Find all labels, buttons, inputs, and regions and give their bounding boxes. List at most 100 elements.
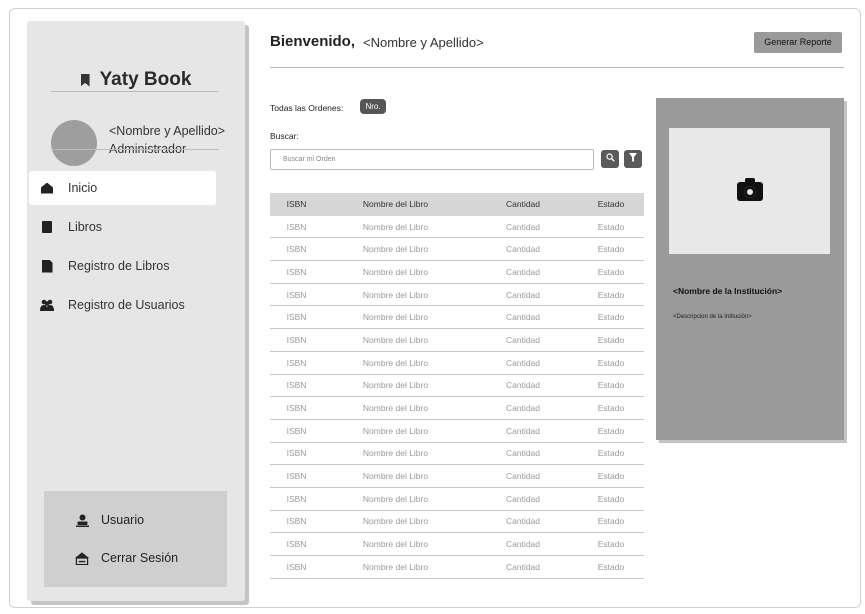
- search-input[interactable]: Buscar mi Orden: [270, 149, 594, 170]
- logout-label: Cerrar Sesión: [101, 551, 179, 565]
- table-row[interactable]: ISBN Nombre del Libro Cantidad Estado: [270, 420, 644, 443]
- header-divider: [270, 67, 844, 68]
- search-button[interactable]: [601, 150, 619, 168]
- user-icon: [75, 513, 89, 527]
- table-cell: Cantidad: [505, 516, 541, 527]
- table-cell: Cantidad: [505, 244, 541, 255]
- user-profile: <Nombre y Apellido> Administrador: [51, 118, 231, 168]
- sidebar-item-label: Registro de Libros: [68, 259, 170, 273]
- sidebar-item-label: Libros: [68, 220, 103, 234]
- table-cell: ISBN: [286, 266, 307, 277]
- table-row[interactable]: ISBN Nombre del Libro Cantidad Estado: [270, 306, 644, 330]
- table-row[interactable]: ISBN Nombre del Libro Cantidad Estado: [270, 238, 644, 262]
- column-header: Nombre del Libro: [362, 199, 429, 210]
- institution-name: <Nombre de la Institución>: [673, 286, 783, 296]
- table-cell: Cantidad: [505, 561, 541, 572]
- sidebar-item-libros[interactable]: Libros: [29, 210, 216, 244]
- table-row[interactable]: ISBN Nombre del Libro Cantidad Estado: [270, 329, 644, 352]
- table-cell: Nombre del Libro: [362, 312, 429, 323]
- users-icon: [40, 298, 54, 312]
- user-label: Usuario: [101, 513, 145, 527]
- sidebar-item-registro-usuarios[interactable]: Registro de Usuarios: [29, 288, 216, 322]
- sidebar-item-label: Inicio: [68, 181, 98, 195]
- all-orders-label: Todas las Ordenes:: [270, 103, 344, 113]
- table-row[interactable]: ISBN Nombre del Libro Cantidad Estado: [270, 352, 644, 375]
- table-cell: Estado: [597, 266, 625, 277]
- divider: [51, 149, 219, 150]
- table-header: ISBN Nombre del Libro Cantidad Estado: [270, 193, 644, 216]
- table-cell: Estado: [597, 289, 625, 300]
- table-cell: ISBN: [286, 493, 307, 504]
- table-row[interactable]: ISBN Nombre del Libro Cantidad Estado: [270, 511, 644, 534]
- account-box: Usuario Cerrar Sesión: [44, 491, 227, 587]
- table-cell: Estado: [597, 561, 625, 572]
- table-row[interactable]: ISBN Nombre del Libro Cantidad Estado: [270, 261, 644, 284]
- table-cell: Nombre del Libro: [362, 380, 429, 391]
- table-cell: Cantidad: [505, 425, 541, 436]
- user-button[interactable]: Usuario: [75, 513, 144, 527]
- table-cell: Cantidad: [505, 266, 541, 277]
- sidebar-item-inicio[interactable]: Inicio: [29, 171, 216, 205]
- table-row[interactable]: ISBN Nombre del Libro Cantidad Estado: [270, 397, 644, 420]
- table-row[interactable]: ISBN Nombre del Libro Cantidad Estado: [270, 488, 644, 511]
- table-cell: Nombre del Libro: [362, 516, 429, 527]
- search-icon: [605, 153, 615, 162]
- table-cell: ISBN: [286, 425, 307, 436]
- table-row[interactable]: ISBN Nombre del Libro Cantidad Estado: [270, 375, 644, 398]
- table-cell: Cantidad: [505, 221, 541, 232]
- table-cell: Estado: [597, 516, 625, 527]
- table-row[interactable]: ISBN Nombre del Libro Cantidad Estado: [270, 533, 644, 556]
- welcome-title: Bienvenido,: [270, 33, 356, 50]
- profile-name: <Nombre y Apellido>: [109, 124, 226, 138]
- table-cell: ISBN: [286, 403, 307, 414]
- table-cell: ISBN: [286, 357, 307, 368]
- table-row[interactable]: ISBN Nombre del Libro Cantidad Estado: [270, 556, 644, 579]
- sidebar-item-registro-libros[interactable]: Registro de Libros: [29, 249, 216, 283]
- table-cell: Cantidad: [505, 403, 541, 414]
- table-cell: Nombre del Libro: [362, 266, 429, 277]
- logout-button[interactable]: Cerrar Sesión: [75, 551, 178, 565]
- table-cell: ISBN: [286, 380, 307, 391]
- table-row[interactable]: ISBN Nombre del Libro Cantidad Estado: [270, 465, 644, 488]
- table-cell: Nombre del Libro: [362, 471, 429, 482]
- table-cell: Nombre del Libro: [362, 289, 429, 300]
- table-cell: Cantidad: [505, 334, 541, 345]
- table-row[interactable]: ISBN Nombre del Libro Cantidad Estado: [270, 216, 644, 239]
- bookmark-icon: [80, 73, 90, 87]
- table-cell: Nombre del Libro: [362, 221, 429, 232]
- table-cell: Cantidad: [505, 312, 541, 323]
- table-cell: Estado: [597, 493, 625, 504]
- generate-report-button[interactable]: Generar Reporte: [754, 32, 842, 53]
- divider: [51, 91, 219, 92]
- table-cell: ISBN: [286, 516, 307, 527]
- table-cell: ISBN: [286, 539, 307, 550]
- table-cell: Nombre del Libro: [362, 448, 429, 459]
- table-cell: Estado: [597, 471, 625, 482]
- institution-panel: <Nombre de la Institución> <Descripcion …: [656, 98, 844, 440]
- table-cell: Estado: [597, 334, 625, 345]
- camera-icon: [736, 177, 763, 201]
- brand-title: Yaty Book: [99, 69, 192, 90]
- table-cell: Estado: [597, 380, 625, 391]
- table-cell: Nombre del Libro: [362, 357, 429, 368]
- table-cell: Estado: [597, 448, 625, 459]
- table-cell: Nombre del Libro: [362, 403, 429, 414]
- orders-table: ISBN Nombre del Libro Cantidad Estado IS…: [270, 193, 644, 579]
- table-cell: ISBN: [286, 448, 307, 459]
- table-cell: Nombre del Libro: [362, 425, 429, 436]
- table-cell: ISBN: [286, 561, 307, 572]
- table-cell: Estado: [597, 425, 625, 436]
- table-cell: Cantidad: [505, 493, 541, 504]
- table-cell: ISBN: [286, 244, 307, 255]
- table-cell: Cantidad: [505, 380, 541, 391]
- table-cell: Estado: [597, 312, 625, 323]
- sidebar-item-label: Registro de Usuarios: [68, 298, 185, 312]
- table-cell: Nombre del Libro: [362, 334, 429, 345]
- table-row[interactable]: ISBN Nombre del Libro Cantidad Estado: [270, 284, 644, 307]
- table-cell: Cantidad: [505, 471, 541, 482]
- search-label: Buscar:: [270, 131, 299, 141]
- filter-button[interactable]: [624, 150, 642, 168]
- table-cell: ISBN: [286, 312, 307, 323]
- table-row[interactable]: ISBN Nombre del Libro Cantidad Estado: [270, 443, 644, 466]
- institution-image-upload[interactable]: [669, 128, 830, 254]
